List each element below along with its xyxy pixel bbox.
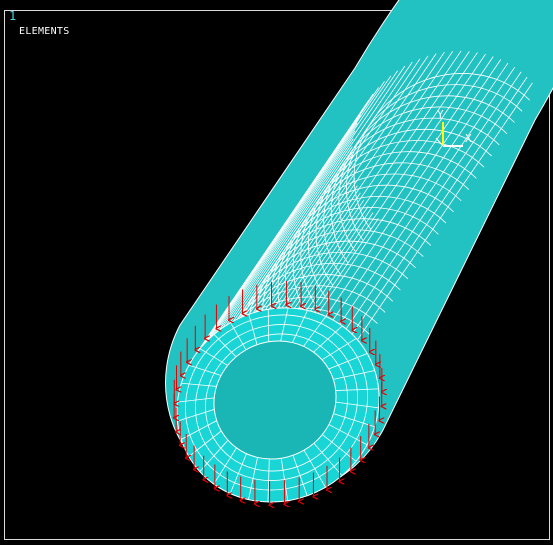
annulus-spoke (267, 309, 270, 342)
fe-model-scene[interactable]: Y X (0, 0, 553, 545)
graphics-viewport[interactable]: 1 ELEMENTS Y X (0, 0, 553, 545)
triad-x-label: X (465, 132, 472, 145)
triad-y-label: Y (437, 108, 444, 121)
